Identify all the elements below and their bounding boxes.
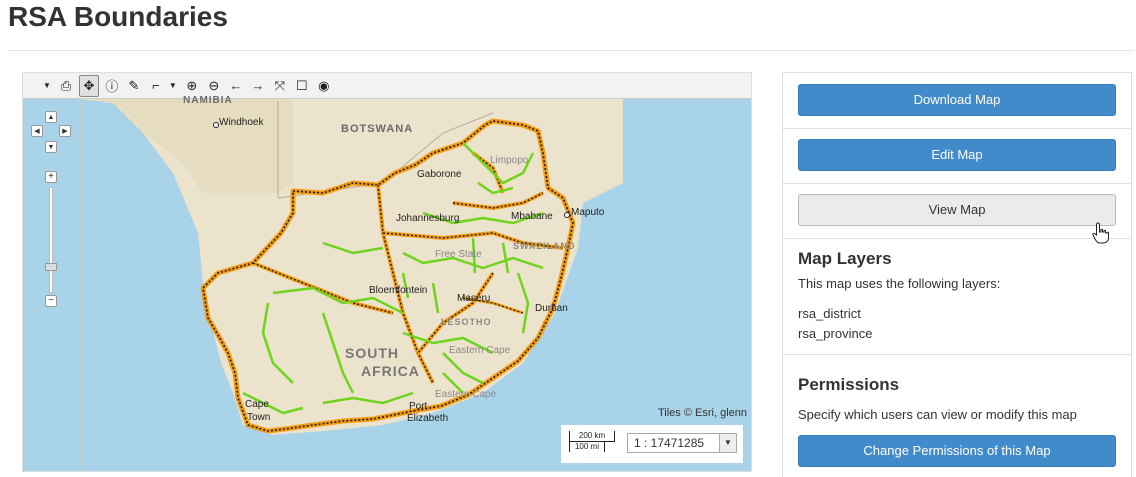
hand-cursor-icon	[1092, 222, 1109, 244]
map-toolbar: ▼ ⎙ ✥ ⓘ ✎ ⌐ ▼ ⊕ ⊖ ← → ⤧ ☐ ◉	[23, 73, 751, 99]
map-label-limpopo: Limpopo	[490, 155, 529, 166]
scale-select-value: 1 : 17471285	[634, 436, 705, 450]
panel-divider	[783, 354, 1131, 355]
globe-icon[interactable]: ◉	[315, 76, 333, 96]
map-label-south: SOUTH	[345, 345, 399, 361]
back-arrow-icon[interactable]: ←	[227, 76, 245, 96]
map-label-maputo: Maputo	[571, 207, 605, 218]
map-label-eastern-cape: Eastern Cape	[449, 345, 511, 356]
permissions-heading: Permissions	[798, 375, 900, 394]
map-label-swaziland: SWAZILAND	[513, 241, 576, 251]
zoom-in-icon[interactable]: ⊕	[183, 76, 201, 96]
pan-icon[interactable]: ✥	[78, 74, 99, 97]
map-label-maseru: Maseru	[457, 293, 491, 304]
scale-bar: 200 km 100 mi	[569, 431, 617, 457]
chevron-down-icon[interactable]: ▼	[719, 434, 736, 452]
zoom-slider-track[interactable]	[49, 187, 53, 293]
map-label-gaborone: Gaborone	[417, 169, 462, 180]
map-label-lesotho: LESOTHO	[441, 317, 492, 327]
map-label-africa: AFRICA	[361, 363, 420, 379]
map-label-mbabane: Mbabane	[511, 211, 553, 222]
map-label-durban: Durban	[535, 303, 568, 314]
map-label-namibia: NAMIBIA	[183, 95, 233, 106]
map-label-cape-town-2: Town	[247, 412, 271, 423]
scale-select[interactable]: 1 : 17471285 ▼	[627, 433, 737, 453]
panel-divider	[783, 238, 1131, 239]
view-map-button[interactable]: View Map	[798, 194, 1116, 226]
map-dot-maputo	[564, 212, 570, 218]
scale-km: 200 km	[569, 431, 615, 442]
fullscreen-icon[interactable]: ⤧	[271, 76, 289, 96]
zoom-slider-thumb[interactable]	[45, 263, 57, 271]
map-layers-intro: This map uses the following layers:	[798, 276, 1001, 291]
map-dot-windhoek	[213, 122, 219, 128]
map-label-bloemfontein: Bloemfontein	[369, 285, 428, 296]
page-title: RSA Boundaries	[8, 1, 228, 32]
edit-map-button[interactable]: Edit Map	[798, 139, 1116, 171]
measure-icon[interactable]: ⌐	[147, 76, 165, 96]
scale-control: 200 km 100 mi 1 : 17471285 ▼	[561, 425, 743, 463]
pan-right-icon[interactable]: ▶	[59, 125, 71, 137]
pan-up-icon[interactable]: ▲	[45, 111, 57, 123]
paint-brush-icon[interactable]: ✎	[125, 76, 143, 96]
info-icon[interactable]: ⓘ	[103, 76, 121, 96]
measure-caret-icon[interactable]: ▼	[169, 81, 177, 90]
download-map-button[interactable]: Download Map	[798, 84, 1116, 116]
caret-down-icon[interactable]: ▼	[43, 81, 51, 90]
map-label-windhoek: Windhoek	[219, 117, 264, 128]
scale-mi: 100 mi	[569, 442, 605, 452]
title-divider	[8, 50, 1134, 51]
map-label-eastern-cape-2: Eastern Cape	[435, 389, 497, 400]
map-label-port-elizabeth-2: Elizabeth	[407, 413, 449, 424]
map-label-johannesburg: Johannesburg	[396, 213, 460, 224]
map-layers-heading: Map Layers	[798, 249, 892, 268]
zoom-minus-button[interactable]: −	[45, 295, 57, 307]
zoom-plus-button[interactable]: +	[45, 171, 57, 183]
layer-item: rsa_district	[798, 306, 861, 321]
map-label-cape-town: Cape	[245, 399, 269, 410]
map-viewer[interactable]: ▼ ⎙ ✥ ⓘ ✎ ⌐ ▼ ⊕ ⊖ ← → ⤧ ☐ ◉ ▲ ◀ ▶ ▼ + − …	[22, 72, 752, 472]
pan-left-icon[interactable]: ◀	[31, 125, 43, 137]
change-permissions-button[interactable]: Change Permissions of this Map	[798, 435, 1116, 467]
map-label-port-elizabeth: Port	[409, 401, 428, 412]
print-icon[interactable]: ⎙	[57, 76, 75, 96]
calendar-icon[interactable]: ☐	[293, 76, 311, 96]
panel-divider	[783, 183, 1131, 184]
zoom-out-icon[interactable]: ⊖	[205, 76, 223, 96]
permissions-text: Specify which users can view or modify t…	[798, 407, 1077, 422]
forward-arrow-icon[interactable]: →	[249, 76, 267, 96]
map-label-botswana: BOTSWANA	[341, 123, 414, 135]
layer-item: rsa_province	[798, 326, 873, 341]
panel-divider	[783, 128, 1131, 129]
pan-down-icon[interactable]: ▼	[45, 141, 57, 153]
map-attribution: Tiles © Esri, glenn	[657, 407, 747, 419]
map-actions-panel: Download Map Edit Map View Map Map Layer…	[782, 72, 1132, 477]
map-label-free-state: Free State	[435, 249, 482, 260]
